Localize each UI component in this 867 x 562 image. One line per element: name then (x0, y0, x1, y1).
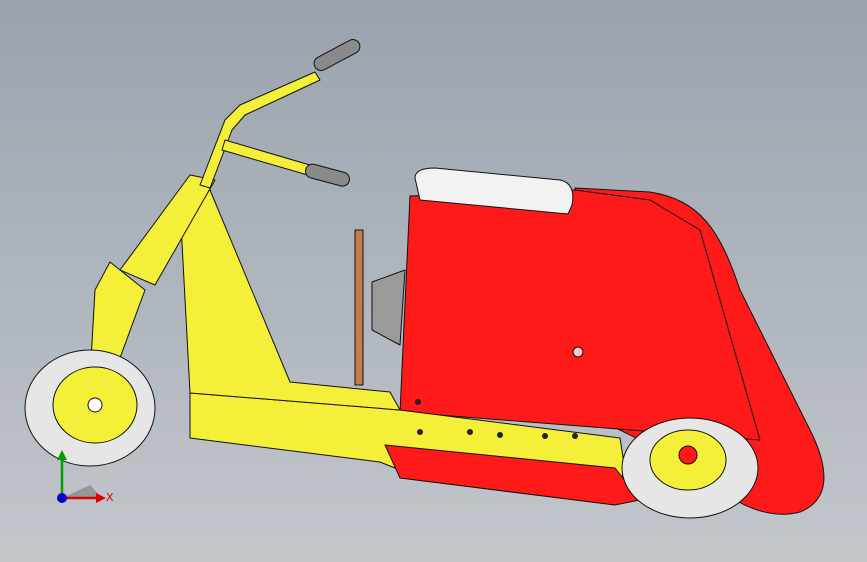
z-axis-dot (57, 493, 67, 503)
y-axis-head (57, 450, 67, 460)
x-axis-label: X (106, 491, 114, 504)
axis-triad: X (40, 440, 120, 520)
axis-triad-graphic (57, 450, 106, 503)
rear-axle (678, 445, 698, 465)
body-mount-hole (572, 346, 584, 358)
3d-viewport[interactable]: X (0, 0, 867, 562)
front-axle (87, 397, 103, 413)
x-axis-head (96, 493, 106, 503)
gas-spring (354, 229, 364, 386)
cad-model-scene[interactable] (0, 0, 867, 562)
